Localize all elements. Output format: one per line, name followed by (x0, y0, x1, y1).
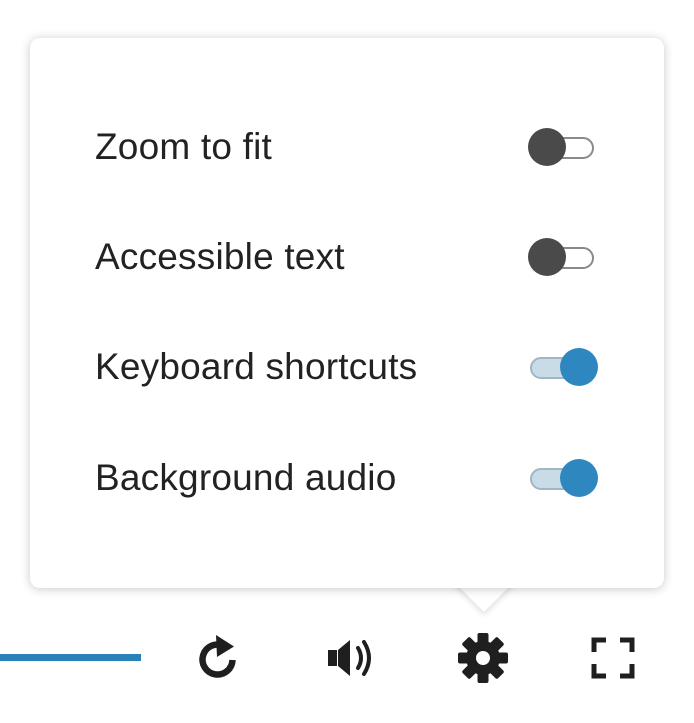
setting-row-zoom-to-fit: Zoom to fit (30, 117, 664, 177)
accessible-text-toggle[interactable] (528, 237, 598, 277)
keyboard-shortcuts-toggle[interactable] (528, 347, 598, 387)
volume-icon (328, 640, 371, 676)
fullscreen-button[interactable] (583, 628, 643, 688)
background-audio-toggle[interactable] (528, 458, 598, 498)
volume-button[interactable] (322, 628, 382, 688)
toggle-knob (528, 238, 566, 276)
setting-row-keyboard-shortcuts: Keyboard shortcuts (30, 337, 664, 397)
settings-button[interactable] (453, 628, 513, 688)
toggle-knob (528, 128, 566, 166)
setting-label: Background audio (95, 457, 397, 498)
toggle-knob (560, 459, 598, 497)
seek-progress-bar[interactable] (0, 654, 141, 661)
gear-icon (458, 633, 508, 683)
fullscreen-icon (591, 637, 635, 679)
replay-icon (199, 635, 236, 678)
replay-button[interactable] (188, 628, 248, 688)
setting-label: Keyboard shortcuts (95, 346, 418, 387)
setting-label: Zoom to fit (95, 126, 272, 167)
settings-popup: Zoom to fit Accessible text Keyboard sho… (30, 38, 664, 588)
zoom-to-fit-toggle[interactable] (528, 127, 598, 167)
setting-row-background-audio: Background audio (30, 448, 664, 508)
player-stage: Zoom to fit Accessible text Keyboard sho… (0, 0, 694, 723)
setting-row-accessible-text: Accessible text (30, 227, 664, 287)
setting-label: Accessible text (95, 236, 345, 277)
toggle-knob (560, 348, 598, 386)
